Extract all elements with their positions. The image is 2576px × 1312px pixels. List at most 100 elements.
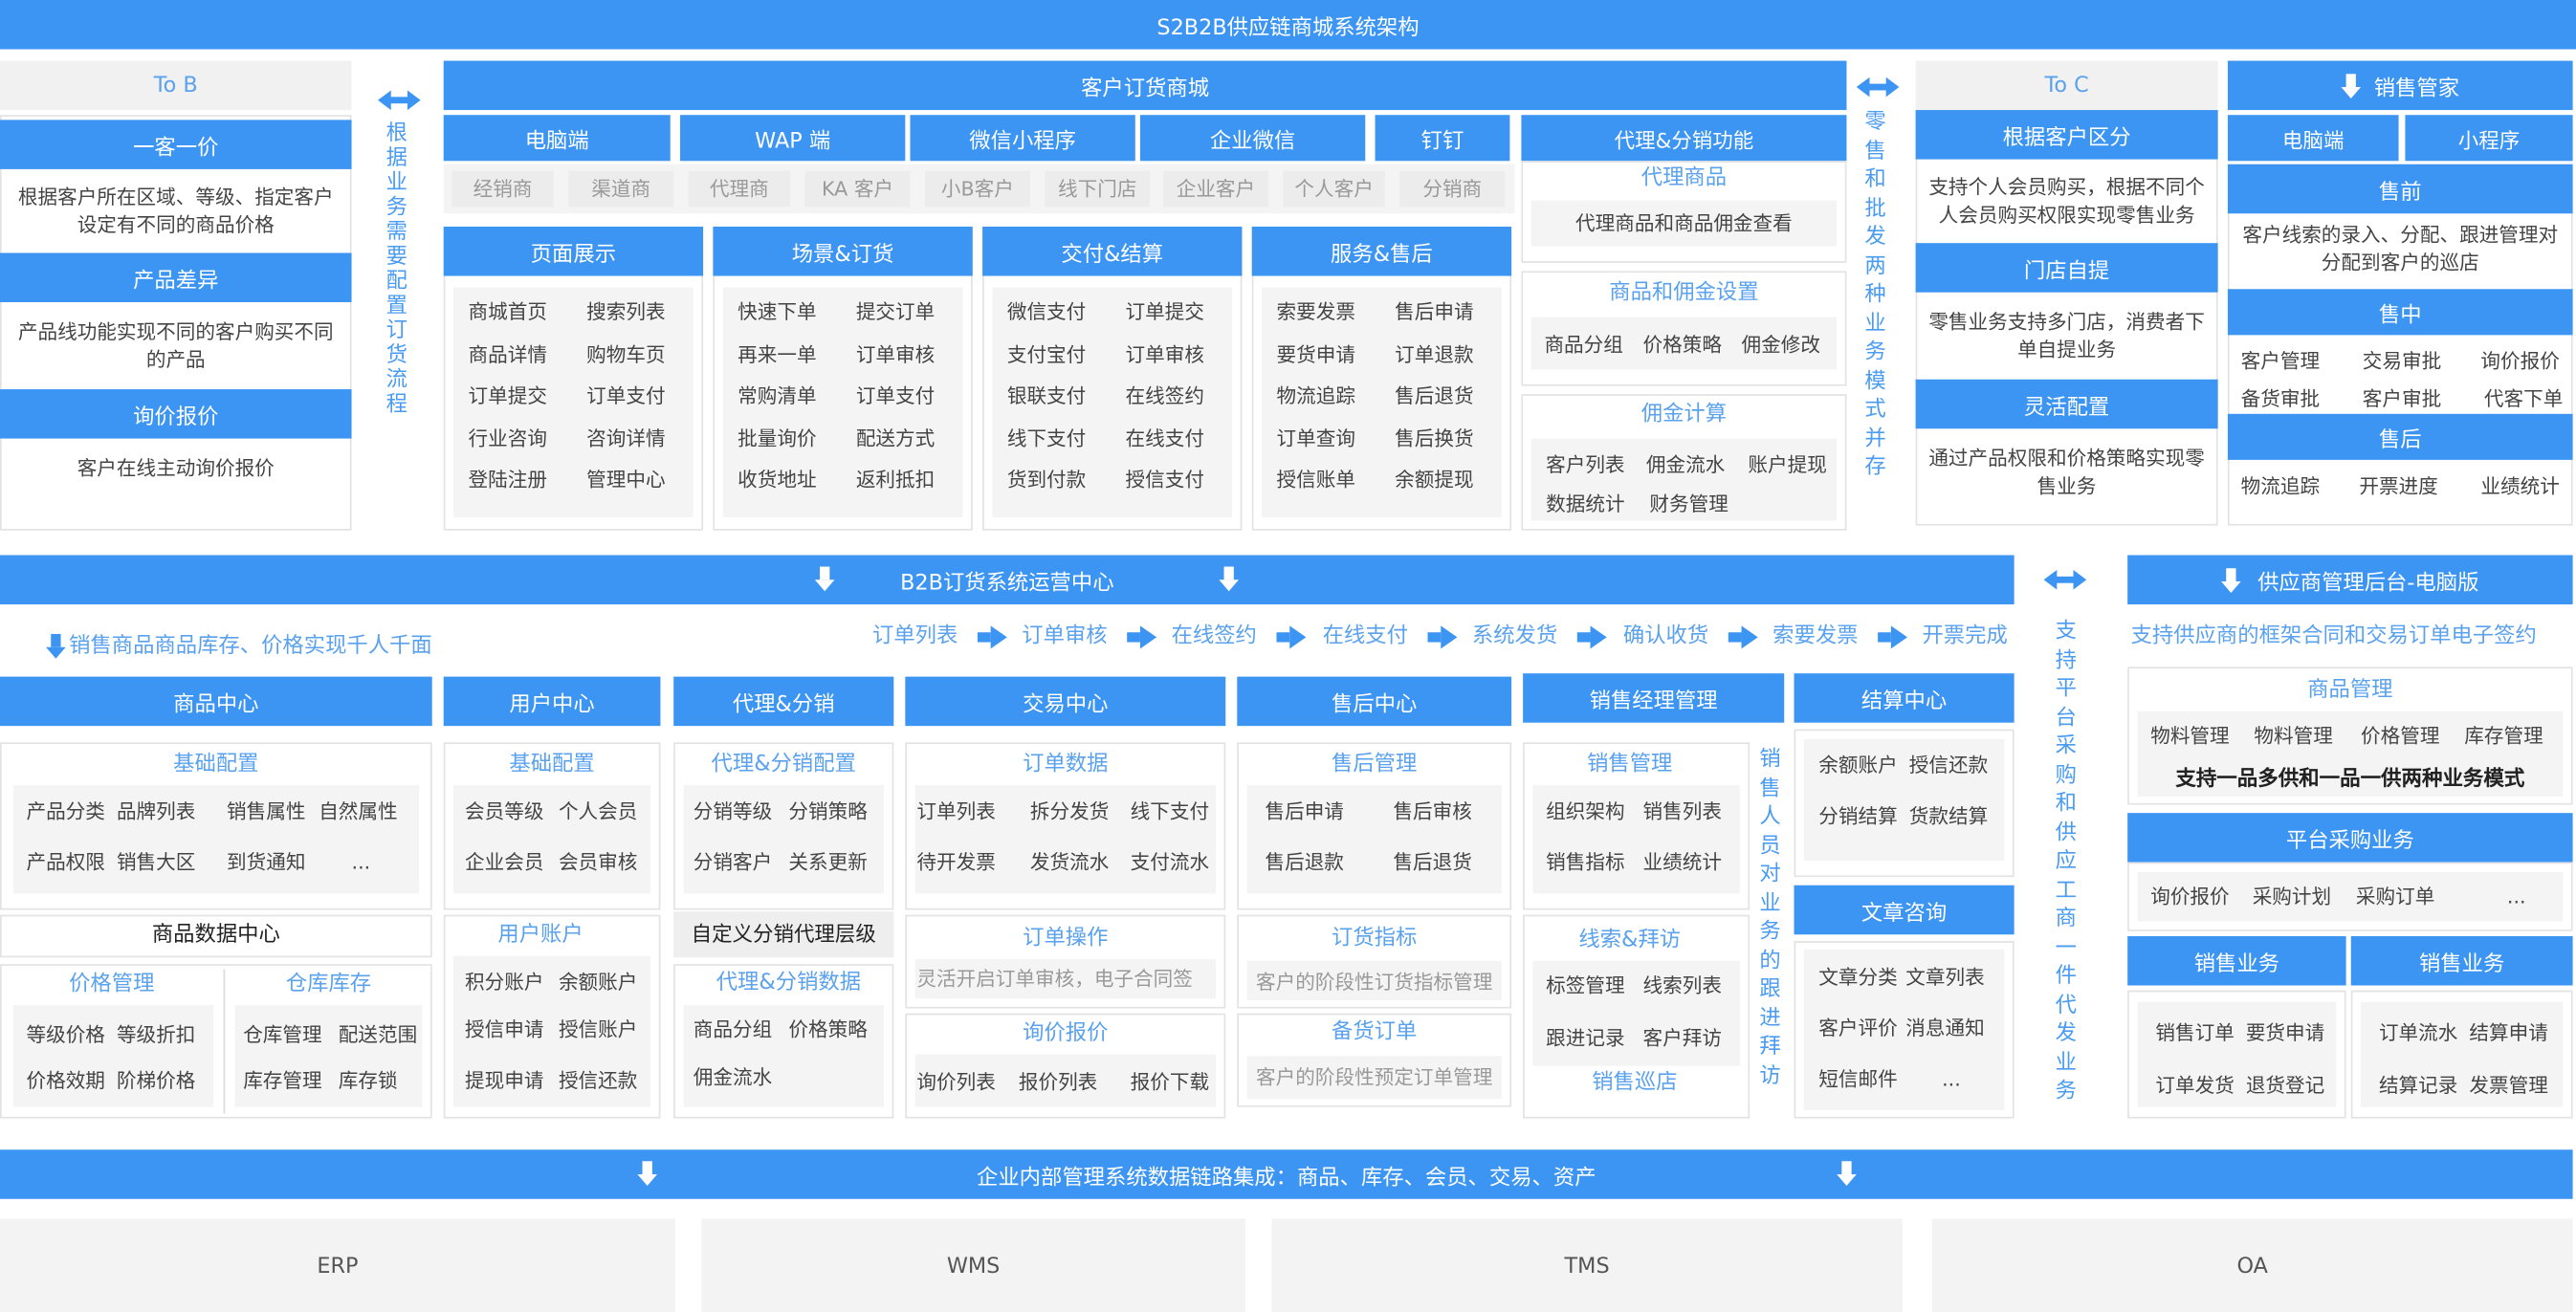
supplier-s1bold: 支持一品多供和一品一供两种业务模式 (2175, 765, 2525, 791)
user-item: 会员审核 (558, 850, 638, 874)
mall-item: 售后申请 (1395, 300, 1474, 324)
mall-item: 要货申请 (1276, 342, 1355, 366)
customer-tag: 个人客户 (1294, 177, 1374, 201)
mall-header: 客户订货商城 (443, 60, 1847, 111)
double-arrow-icon (2043, 569, 2087, 590)
vertical-note-mid: 零售和批发两种业务模式并存 (1864, 110, 1886, 480)
ops-note: 销售商品商品库存、价格实现千人千面 (69, 633, 432, 659)
after-s1: 售后管理 (1332, 752, 1418, 777)
mall-tab[interactable]: WAP 端 (680, 115, 906, 162)
mgr-item: 业绩统计 (1642, 850, 1722, 874)
mall-tab[interactable]: 微信小程序 (910, 115, 1135, 162)
sales-item: 代客下单 (2483, 387, 2564, 411)
system-box: ERP (0, 1218, 675, 1312)
sales-tab[interactable]: 小程序 (2405, 115, 2573, 162)
mall-item: 返利抵扣 (855, 468, 936, 492)
settle-item: 授信还款 (1908, 754, 1989, 777)
supplier-s2: 平台采购业务 (2127, 813, 2573, 863)
dist-data-item: 商品分组 (693, 1017, 773, 1041)
trade-s3: 询价报价 (1023, 1021, 1109, 1047)
dist-custom: 自定义分销代理层级 (691, 921, 876, 947)
user-acct-title: 用户账户 (497, 923, 583, 948)
arrow-down-icon (814, 566, 835, 592)
after-s2d: 客户的阶段性订货指标管理 (1256, 971, 1493, 995)
mall-item: 批量询价 (738, 426, 817, 449)
supplier-item: 物料管理 (2150, 724, 2230, 748)
mall-item: 搜索列表 (586, 300, 666, 324)
system-box: WMS (701, 1218, 1245, 1312)
price-item: 阶梯价格 (116, 1069, 196, 1093)
arrow-right-icon (1728, 625, 1758, 649)
mgr-header: 销售经理管理 (1523, 673, 1785, 723)
quote-item: 报价下载 (1130, 1070, 1210, 1094)
quote-item: 报价列表 (1018, 1070, 1098, 1094)
agent-item: 佣金修改 (1741, 333, 1821, 357)
agent-s2: 商品和佣金设置 (1609, 280, 1759, 306)
trade-item: 支付流水 (1130, 850, 1210, 874)
mgr-item: 跟进记录 (1546, 1026, 1625, 1050)
mall-item: 订单支付 (586, 383, 666, 407)
flow-step: 在线签约 (1171, 623, 1257, 649)
arrow-down-icon (2221, 567, 2241, 593)
sales-item: 交易审批 (2362, 349, 2442, 373)
mall-tab[interactable]: 电脑端 (443, 115, 671, 162)
vertical-note-sales: 销售人员对业务的跟进拜访 (1759, 747, 1781, 1088)
mall-item: 订单审核 (1125, 342, 1204, 366)
mgr-s2: 线索&拜访 (1578, 928, 1682, 953)
mall-tab[interactable]: 企业微信 (1139, 115, 1366, 162)
tob-d1: 根据客户所在区域、等级、指定客户设定有不同的商品价格 (17, 186, 334, 237)
supplier-s4: 销售业务 (2350, 935, 2573, 986)
article-item: 文章列表 (1905, 965, 1985, 989)
sales-h2: 售中 (2227, 289, 2573, 336)
mall-item: 再来一单 (738, 342, 817, 366)
goods-item: 自然属性 (319, 799, 398, 823)
agent-s3: 佣金计算 (1640, 402, 1728, 427)
after-item: 售后申请 (1265, 799, 1344, 823)
supplier-header-label: 供应商管理后台-电脑版 (2257, 570, 2479, 596)
goods-stock-title: 仓库库存 (285, 972, 372, 997)
sales-tab[interactable]: 电脑端 (2227, 115, 2399, 162)
mall-item: 配送方式 (855, 426, 936, 449)
supplier-item: 价格管理 (2361, 724, 2440, 748)
agent-item: 商品分组 (1544, 333, 1623, 357)
goods-item: 产品权限 (26, 850, 105, 874)
trade-item: 订单列表 (916, 799, 996, 823)
supplier-item: 询价报价 (2150, 885, 2230, 908)
supplier-s1: 商品管理 (2307, 678, 2393, 704)
goods-header: 商品中心 (0, 676, 432, 727)
mall-item: 常购清单 (738, 383, 817, 407)
toc-h2: 门店自提 (1915, 243, 2218, 293)
supplier-item: 采购计划 (2252, 885, 2332, 908)
after-header: 售后中心 (1237, 676, 1512, 727)
goods-center: 商品数据中心 (151, 923, 280, 948)
settle-header: 结算中心 (1794, 673, 2015, 723)
agent-item: 佣金流水 (1645, 453, 1726, 477)
dist-item: 分销客户 (693, 850, 773, 874)
customer-tag: 企业客户 (1176, 177, 1256, 201)
mall-item: 支付宝付 (1006, 342, 1087, 366)
mall-item: 索要发票 (1276, 300, 1355, 324)
mall-item: 物流追踪 (1276, 383, 1355, 407)
customer-tag: KA 客户 (822, 177, 894, 201)
settle-item: 余额账户 (1818, 754, 1898, 777)
trade-s2d: 灵活开启订单审核，电子合同签 (916, 967, 1193, 991)
goods-item: 产品分类 (26, 799, 105, 823)
agent-item: 账户提现 (1748, 453, 1827, 477)
mall-item: 快速下单 (738, 300, 817, 324)
user-item: 企业会员 (465, 850, 544, 874)
mgr-s3: 销售巡店 (1592, 1070, 1678, 1096)
dist-item: 分销策略 (788, 799, 868, 823)
acct-item: 授信账户 (558, 1017, 638, 1041)
mall-item: 售后退货 (1395, 383, 1474, 407)
customer-tag: 渠道商 (591, 177, 651, 201)
stock-item: 仓库管理 (243, 1023, 322, 1047)
toc-header: To C (1915, 60, 2218, 111)
mall-tab[interactable]: 钉钉 (1375, 115, 1510, 162)
supplier-note: 支持供应商的框架合同和交易订单电子签约 (2130, 623, 2537, 649)
goods-item: 品牌列表 (116, 799, 196, 823)
article-item: 消息通知 (1905, 1017, 1985, 1040)
after-s3d: 客户的阶段性预定订单管理 (1256, 1065, 1493, 1089)
mall-col-header: 场景&订货 (713, 227, 973, 276)
double-arrow-icon (1856, 77, 1900, 98)
user-base-title: 基础配置 (509, 752, 595, 777)
